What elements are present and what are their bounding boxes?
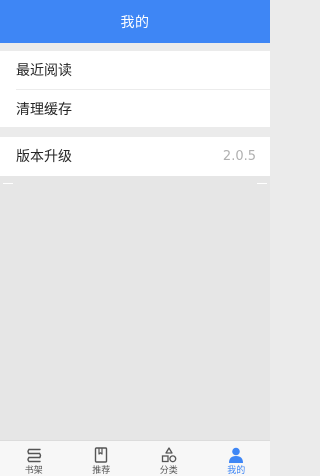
tab-recommend[interactable]: 推荐	[68, 441, 136, 476]
version-upgrade-label: 版本升级	[16, 149, 72, 165]
recent-reading-row[interactable]: 最近阅读	[0, 51, 270, 89]
shapes-category-icon	[161, 447, 177, 463]
recent-reading-label: 最近阅读	[16, 63, 72, 79]
clear-cache-label: 清理缓存	[16, 102, 72, 118]
menu-group-primary: 最近阅读 清理缓存	[0, 51, 270, 127]
bookmark-book-icon	[95, 447, 108, 463]
clear-cache-row[interactable]: 清理缓存	[0, 90, 270, 128]
menu-group-secondary: 版本升级 2.0.5	[0, 137, 270, 176]
bookshelf-icon	[27, 448, 41, 463]
tab-category[interactable]: 分类	[135, 441, 203, 476]
version-number: 2.0.5	[222, 148, 256, 164]
bottom-tab-bar: 书架 推荐 分类 我的	[0, 440, 270, 476]
tab-mine[interactable]: 我的	[203, 441, 271, 476]
left-edge-divider	[3, 183, 13, 184]
tab-category-label: 分类	[159, 466, 178, 476]
tab-mine-label: 我的	[227, 466, 246, 476]
tab-bookshelf[interactable]: 书架	[0, 441, 68, 476]
person-icon	[229, 447, 244, 463]
version-upgrade-row[interactable]: 版本升级 2.0.5	[0, 137, 270, 175]
empty-content-area	[0, 176, 270, 440]
right-edge-divider	[257, 183, 267, 184]
page-title: 我的	[120, 14, 150, 31]
tab-recommend-label: 推荐	[92, 466, 111, 476]
tab-bookshelf-label: 书架	[24, 466, 43, 476]
app-header: 我的	[0, 0, 270, 43]
